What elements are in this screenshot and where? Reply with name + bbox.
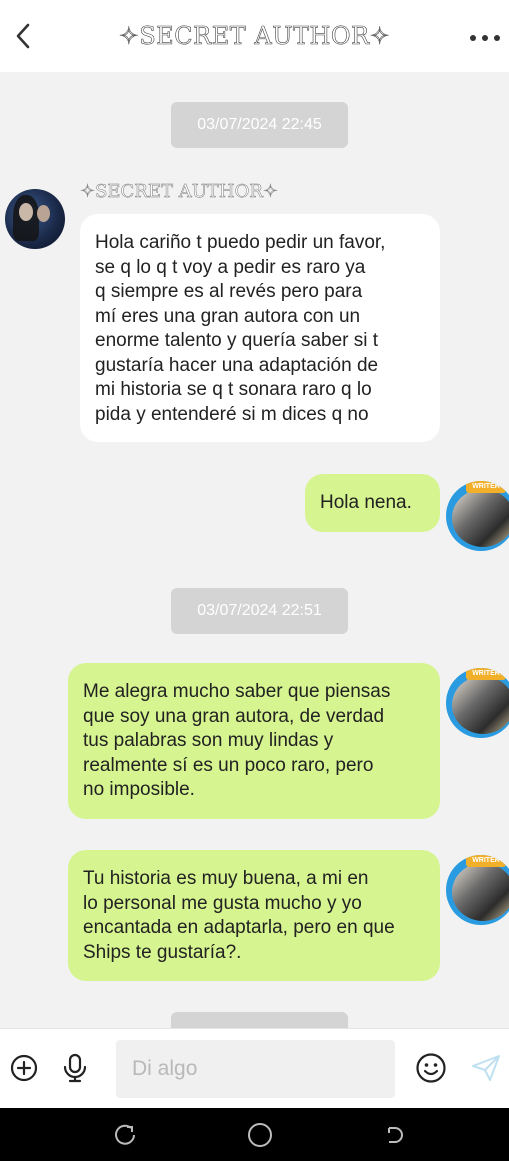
avatar-badge: WRITER bbox=[466, 481, 506, 493]
message-text: Hola nena. bbox=[320, 492, 412, 513]
back-arrow-icon bbox=[388, 1127, 403, 1143]
my-avatar[interactable]: WRITER bbox=[446, 855, 509, 925]
more-options-button[interactable] bbox=[467, 22, 503, 54]
message-text: Me alegra mucho saber que piensas que so… bbox=[83, 681, 391, 800]
timestamp-divider: 03/07/2024 22:51 bbox=[171, 588, 348, 634]
sender-avatar[interactable] bbox=[5, 189, 65, 249]
back-system-button[interactable] bbox=[378, 1120, 412, 1150]
avatar-badge: WRITER bbox=[466, 668, 506, 680]
recent-apps-icon bbox=[115, 1124, 135, 1145]
recent-apps-button[interactable] bbox=[108, 1120, 142, 1150]
timestamp-divider-partial bbox=[171, 1012, 348, 1028]
chevron-left-icon bbox=[16, 23, 30, 49]
emoji-button[interactable] bbox=[414, 1051, 448, 1085]
add-icon bbox=[10, 1054, 38, 1082]
message-bubble-incoming[interactable]: Hola cariño t puedo pedir un favor, se q… bbox=[80, 214, 440, 442]
message-bubble-outgoing[interactable]: Tu historia es muy buena, a mi en lo per… bbox=[68, 850, 440, 981]
message-input-bar bbox=[0, 1028, 509, 1108]
message-text: Hola cariño t puedo pedir un favor, se q… bbox=[95, 232, 386, 425]
chat-messages[interactable]: 03/07/2024 22:45 ✧SECRET AUTHOR✧ Hola ca… bbox=[0, 72, 509, 1028]
more-horizontal-icon bbox=[470, 35, 500, 41]
chat-title[interactable]: ✧SECRET AUTHOR✧ bbox=[118, 22, 391, 51]
back-button[interactable] bbox=[8, 20, 38, 52]
sender-name: ✧SECRET AUTHOR✧ bbox=[80, 181, 279, 203]
add-attachment-button[interactable] bbox=[7, 1051, 41, 1085]
send-button[interactable] bbox=[469, 1051, 503, 1085]
my-avatar[interactable]: WRITER bbox=[446, 481, 509, 551]
chat-header: ✧SECRET AUTHOR✧ bbox=[0, 0, 509, 72]
message-bubble-outgoing[interactable]: Hola nena. bbox=[305, 474, 440, 532]
emoji-icon bbox=[416, 1053, 446, 1083]
send-icon bbox=[472, 1055, 500, 1081]
avatar-badge: WRITER bbox=[466, 855, 506, 867]
home-button[interactable] bbox=[243, 1120, 277, 1150]
voice-message-button[interactable] bbox=[58, 1051, 92, 1085]
message-input[interactable] bbox=[116, 1040, 395, 1098]
message-text: Tu historia es muy buena, a mi en lo per… bbox=[83, 868, 395, 963]
timestamp-divider: 03/07/2024 22:45 bbox=[171, 102, 348, 148]
microphone-icon bbox=[63, 1053, 87, 1083]
message-bubble-outgoing[interactable]: Me alegra mucho saber que piensas que so… bbox=[68, 663, 440, 819]
my-avatar[interactable]: WRITER bbox=[446, 668, 509, 738]
home-circle-icon bbox=[248, 1123, 272, 1147]
system-navigation-bar bbox=[0, 1108, 509, 1161]
